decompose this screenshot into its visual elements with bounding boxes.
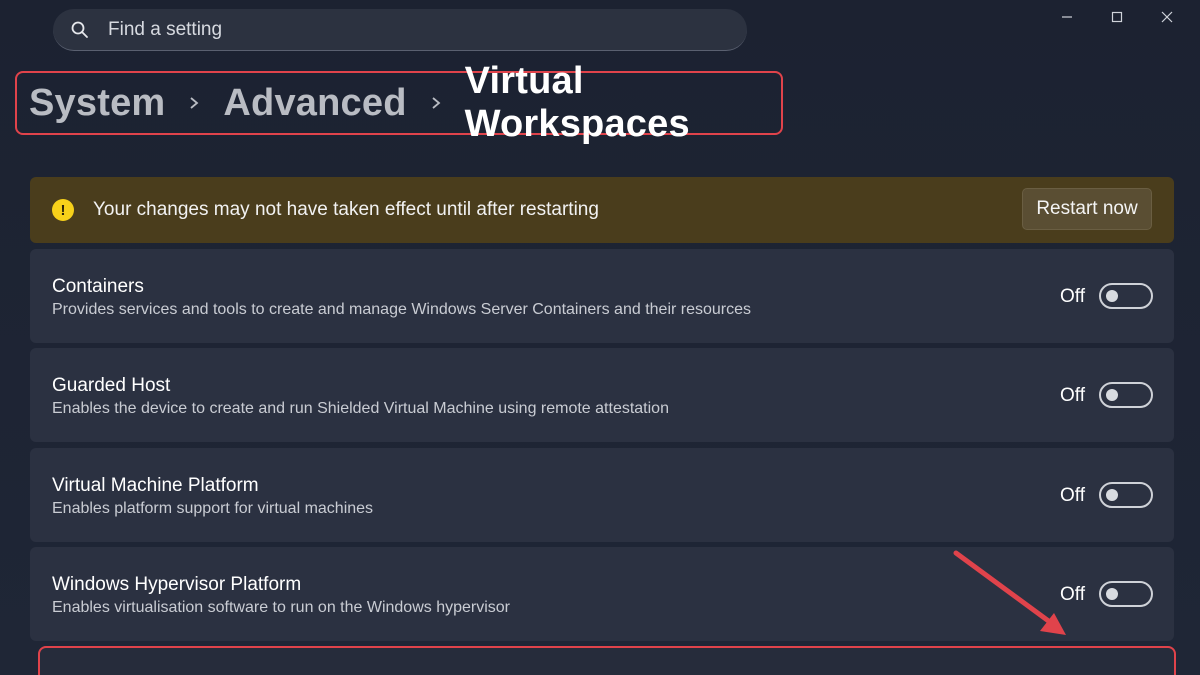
highlighted-setting-card[interactable] (38, 646, 1176, 675)
search-placeholder: Find a setting (108, 18, 223, 40)
setting-title: Guarded Host (52, 375, 171, 396)
banner-text: Your changes may not have taken effect u… (93, 199, 599, 220)
settings-window: Find a setting System Advanced Virtual W… (0, 0, 1200, 675)
warning-icon: ! (52, 199, 74, 221)
setting-description: Enables platform support for virtual mac… (52, 500, 374, 517)
setting-description: Enables the device to create and run Shi… (52, 400, 669, 417)
breadcrumb-virtual-workspaces: Virtual Workspaces (464, 60, 690, 145)
chevron-right-icon (429, 96, 443, 110)
setting-card-guarded-host: Guarded Host Enables the device to creat… (30, 348, 1174, 442)
annotation-arrow (953, 550, 1066, 635)
toggle-state-label: Off (1060, 485, 1085, 506)
setting-card-containers: Containers Provides services and tools t… (30, 249, 1174, 343)
setting-title: Virtual Machine Platform (52, 475, 259, 496)
toggle-knob (1106, 389, 1118, 401)
breadcrumb-advanced[interactable]: Advanced (223, 82, 406, 125)
maximize-icon[interactable] (1092, 6, 1142, 28)
chevron-right-icon (187, 96, 201, 110)
setting-card-virtual-machine-platform: Virtual Machine Platform Enables platfor… (30, 448, 1174, 542)
search-input[interactable]: Find a setting (53, 9, 747, 51)
close-icon[interactable] (1142, 6, 1192, 28)
windows-hypervisor-platform-toggle[interactable] (1099, 581, 1153, 607)
minimize-icon[interactable] (1042, 6, 1092, 28)
toggle-knob (1106, 588, 1118, 600)
virtual-machine-platform-toggle[interactable] (1099, 482, 1153, 508)
toggle-state-label: Off (1060, 385, 1085, 406)
setting-title: Windows Hypervisor Platform (52, 574, 302, 595)
search-icon (70, 20, 90, 40)
breadcrumb: System Advanced Virtual Workspaces (15, 60, 783, 145)
setting-title: Containers (52, 276, 144, 297)
restart-warning-banner: ! Your changes may not have taken effect… (30, 177, 1174, 243)
restart-now-button[interactable]: Restart now (1022, 188, 1152, 230)
guarded-host-toggle[interactable] (1099, 382, 1153, 408)
setting-description: Provides services and tools to create an… (52, 301, 752, 318)
toggle-state-label: Off (1060, 286, 1085, 307)
toggle-knob (1106, 290, 1118, 302)
window-controls (1042, 6, 1192, 28)
setting-description: Enables virtualisation software to run o… (52, 599, 510, 616)
toggle-knob (1106, 489, 1118, 501)
breadcrumb-system[interactable]: System (29, 82, 165, 125)
containers-toggle[interactable] (1099, 283, 1153, 309)
